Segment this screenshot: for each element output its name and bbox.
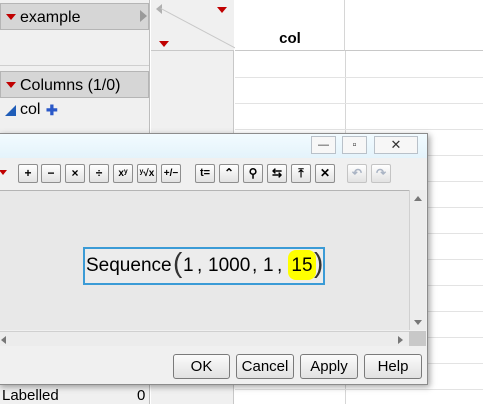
scroll-down-arrow-icon[interactable] <box>414 320 422 325</box>
argument-1[interactable]: 1 <box>183 250 194 282</box>
table-menu-icon[interactable] <box>6 14 16 20</box>
horizontal-scrollbar[interactable] <box>0 331 409 346</box>
columns-panel-header[interactable]: Columns (1/0) <box>0 71 149 98</box>
plus-tool-button[interactable]: + <box>18 164 38 183</box>
columns-menu-icon[interactable] <box>6 82 16 88</box>
scroll-right-arrow-icon[interactable] <box>398 336 403 344</box>
ok-button[interactable]: OK <box>173 354 230 379</box>
argument-2[interactable]: 1000 <box>208 250 250 282</box>
table-name: example <box>20 9 81 26</box>
toolbar-overflow-icon[interactable] <box>0 170 7 175</box>
assign-tool-button[interactable]: t= <box>195 164 215 183</box>
scroll-up-arrow-icon[interactable] <box>414 196 422 201</box>
help-button[interactable]: Help <box>364 354 422 379</box>
column-menu-icon[interactable] <box>217 7 227 13</box>
continuous-column-icon <box>5 105 16 116</box>
row-menu-icon[interactable] <box>159 41 169 47</box>
labelled-label: Labelled <box>2 387 59 404</box>
root-tool-button[interactable]: ʸ√x <box>137 164 157 183</box>
column-list-item[interactable]: col ✚ <box>0 100 149 122</box>
scroll-left-arrow-icon[interactable] <box>1 336 6 344</box>
divide-tool-button[interactable]: ÷ <box>89 164 109 183</box>
formula-expression[interactable]: Sequence ( 1 , 1000 , 1 , 15 ) <box>83 247 325 285</box>
column-header-col[interactable]: col <box>235 0 345 51</box>
argument-separator: , <box>252 255 258 276</box>
apply-button[interactable]: Apply <box>300 354 358 379</box>
corner-diagonal <box>160 8 241 52</box>
delete-tool-button[interactable]: ✕ <box>315 164 335 183</box>
labelled-value: 0 <box>137 387 146 404</box>
redo-tool-button[interactable]: ↷ <box>371 164 391 183</box>
multiply-tool-button[interactable]: × <box>65 164 85 183</box>
scroll-corner <box>409 331 426 346</box>
column-header-empty[interactable] <box>345 0 483 51</box>
grid-corner[interactable] <box>151 0 241 52</box>
argument-separator: , <box>277 255 283 276</box>
formula-dialog: — ▫ ✕ + − × ÷ xʸ ʸ√x +/− t= ⌃ ⚲ ⇆ ⤒ ✕ ↶ … <box>0 133 428 385</box>
plus-minus-tool-button[interactable]: +/− <box>161 164 181 183</box>
grid-row-line <box>235 103 483 104</box>
undo-tool-button[interactable]: ↶ <box>347 164 367 183</box>
dialog-titlebar[interactable]: — ▫ ✕ <box>0 134 427 158</box>
function-name[interactable]: Sequence <box>86 250 172 282</box>
columns-panel-title: Columns (1/0) <box>20 77 121 94</box>
grid-row-line <box>235 77 483 78</box>
argument-3[interactable]: 1 <box>263 250 274 282</box>
restore-button[interactable]: ▫ <box>342 136 367 154</box>
grid-row-line <box>235 129 483 130</box>
swap-tool-button[interactable]: ⇆ <box>267 164 287 183</box>
panel-collapse-icon[interactable] <box>140 10 147 22</box>
minus-tool-button[interactable]: − <box>41 164 61 183</box>
power-tool-button[interactable]: xʸ <box>113 164 133 183</box>
minimize-button[interactable]: — <box>311 136 336 154</box>
local-tool-button[interactable]: ⚲ <box>243 164 263 183</box>
formula-editor-area[interactable]: Sequence ( 1 , 1000 , 1 , 15 ) <box>0 190 409 330</box>
vertical-scrollbar[interactable] <box>409 190 426 330</box>
grid-row-line <box>235 389 483 390</box>
formula-plus-icon[interactable]: ✚ <box>46 103 58 117</box>
open-paren: ( <box>173 247 183 278</box>
close-paren: ) <box>314 247 324 278</box>
cancel-button[interactable]: Cancel <box>236 354 294 379</box>
close-button[interactable]: ✕ <box>374 136 418 154</box>
table-panel-header[interactable]: example <box>0 3 149 30</box>
column-list-item-label: col <box>20 101 41 118</box>
argument-4-selected[interactable]: 15 <box>288 250 316 280</box>
argument-separator: , <box>197 255 203 276</box>
rows-labelled: Labelled 0 <box>0 386 149 404</box>
unthrow-tool-button[interactable]: ⤒ <box>291 164 311 183</box>
column-header-label: col <box>279 30 301 47</box>
peel-tool-button[interactable]: ⌃ <box>219 164 239 183</box>
table-panel-body <box>0 30 149 66</box>
